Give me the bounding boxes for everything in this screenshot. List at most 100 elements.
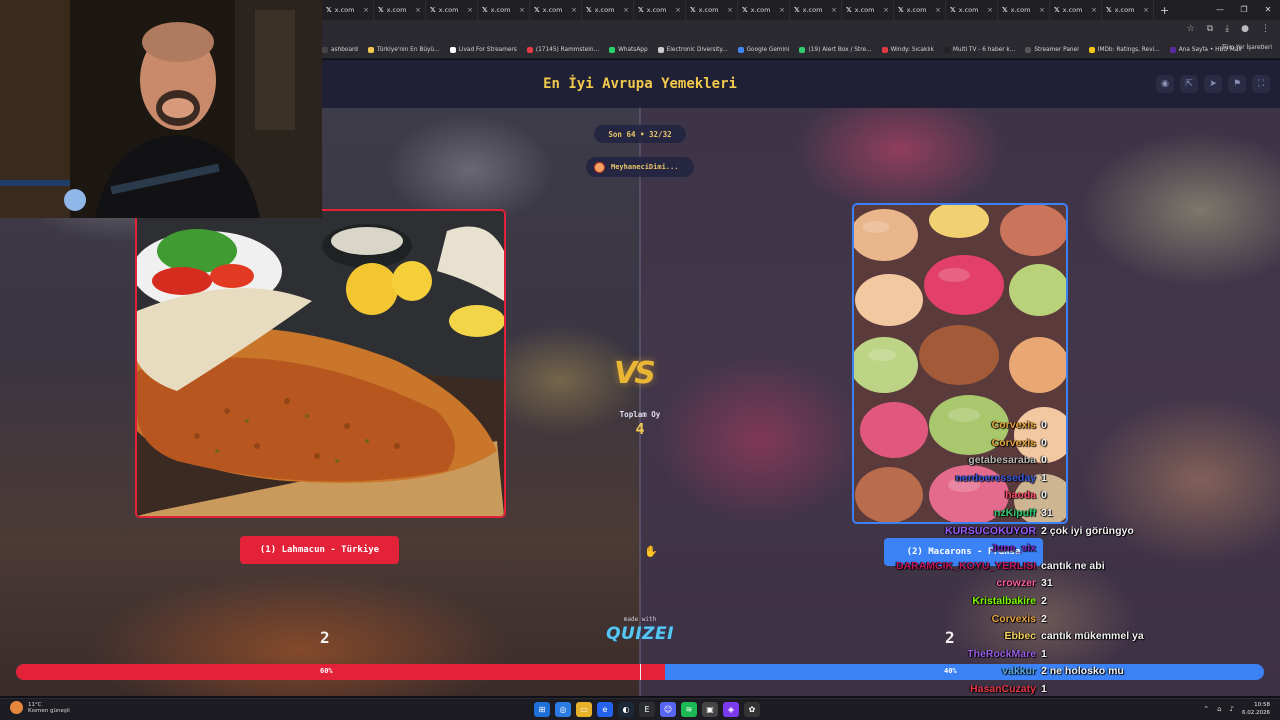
center-divider <box>639 108 641 696</box>
start-icon[interactable]: ⊞ <box>534 702 550 717</box>
chat-username: Corvexis <box>991 436 1036 449</box>
spotify-icon[interactable]: ≋ <box>681 702 697 717</box>
close-tab-icon[interactable]: × <box>1039 6 1045 14</box>
close-tab-icon[interactable]: × <box>727 6 733 14</box>
browser-tab[interactable]: 𝕏x.com × <box>374 0 426 20</box>
flag-icon[interactable]: ⚑ <box>1228 75 1246 93</box>
obs-icon[interactable]: ◈ <box>723 702 739 717</box>
eye-icon[interactable]: ◉ <box>1156 75 1174 93</box>
send-icon[interactable]: ➤ <box>1204 75 1222 93</box>
chat-username: June_six <box>991 542 1036 555</box>
browser-tab[interactable]: 𝕏x.com × <box>478 0 530 20</box>
tab-title: x.com <box>646 6 667 14</box>
bookmark-favicon-icon <box>449 46 456 53</box>
profile-icon[interactable]: ● <box>1241 24 1249 34</box>
maximize-icon[interactable]: ❐ <box>1232 0 1256 20</box>
bookmark-item[interactable]: (17145) Rammstein... <box>526 46 599 53</box>
close-tab-icon[interactable]: × <box>519 6 525 14</box>
chat-message: cantık mükemmel ya <box>1041 630 1144 643</box>
bookmark-favicon-icon <box>322 46 328 53</box>
close-tab-icon[interactable]: × <box>623 6 629 14</box>
browser-tab[interactable]: 𝕏x.com × <box>946 0 998 20</box>
network-icon[interactable]: ⌂ <box>1217 705 1221 713</box>
bookmark-item[interactable]: ashboard <box>322 46 358 53</box>
bookmark-label: IMDb: Ratings, Revi... <box>1097 46 1160 53</box>
bookmark-label: Windy: Sıcaklık <box>890 46 934 53</box>
browser-tab[interactable]: 𝕏x.com × <box>1050 0 1102 20</box>
extension-icon[interactable]: ⧉ <box>1207 24 1213 34</box>
browser-tab[interactable]: 𝕏x.com × <box>790 0 842 20</box>
tab-title: x.com <box>1010 6 1031 14</box>
edge-icon[interactable]: e <box>597 702 613 717</box>
x-logo-icon: 𝕏 <box>690 6 696 14</box>
all-bookmarks-link[interactable]: Tüm Yer İşaretleri <box>1222 45 1272 51</box>
chat-username: getabesaraba <box>968 454 1036 467</box>
browser-tab[interactable]: 𝕏x.com × <box>738 0 790 20</box>
bookmark-item[interactable]: Electronic Diversity... <box>657 46 728 53</box>
close-tab-icon[interactable]: × <box>571 6 577 14</box>
bookmark-item[interactable]: Multi TV - 6 haber k... <box>943 46 1015 53</box>
browser-tab[interactable]: 𝕏x.com × <box>998 0 1050 20</box>
discord-icon[interactable]: ☺ <box>660 702 676 717</box>
steam-icon[interactable]: ◐ <box>618 702 634 717</box>
browser-tab[interactable]: 𝕏x.com × <box>842 0 894 20</box>
chatgpt-icon[interactable]: ✿ <box>744 702 760 717</box>
browser-tab[interactable]: 𝕏x.com × <box>530 0 582 20</box>
volume-icon[interactable]: ♪ <box>1230 705 1234 713</box>
star-icon[interactable]: ☆ <box>1187 24 1195 34</box>
close-window-icon[interactable]: ✕ <box>1256 0 1280 20</box>
file-explorer-icon[interactable]: ▭ <box>576 702 592 717</box>
chat-username: nerdoeresseday <box>955 471 1036 484</box>
close-tab-icon[interactable]: × <box>675 6 681 14</box>
close-tab-icon[interactable]: × <box>779 6 785 14</box>
clock[interactable]: 10:58 6.02.2026 <box>1242 701 1270 717</box>
close-tab-icon[interactable]: × <box>415 6 421 14</box>
choose-left-button[interactable]: (1) Lahmacun - Türkiye <box>240 536 399 564</box>
epic-games-icon[interactable]: E <box>639 702 655 717</box>
menu-icon[interactable]: ⋮ <box>1261 24 1270 34</box>
close-tab-icon[interactable]: × <box>1091 6 1097 14</box>
app-icon[interactable]: ▣ <box>702 702 718 717</box>
close-tab-icon[interactable]: × <box>467 6 473 14</box>
bookmark-item[interactable]: WhatsApp <box>609 46 648 53</box>
close-tab-icon[interactable]: × <box>883 6 889 14</box>
bookmark-item[interactable]: Livad For Streamers <box>449 46 517 53</box>
download-icon[interactable]: ⤓ <box>1225 24 1229 34</box>
chevron-up-icon[interactable]: ⌃ <box>1203 705 1209 713</box>
chat-message: 1 <box>1041 471 1047 484</box>
browser-tab[interactable]: 𝕏x.com × <box>894 0 946 20</box>
x-logo-icon: 𝕏 <box>1106 6 1112 14</box>
bookmark-item[interactable]: Streamer Panel <box>1025 46 1079 53</box>
option-card-left[interactable] <box>135 209 506 518</box>
bookmark-favicon-icon <box>737 46 744 53</box>
x-logo-icon: 𝕏 <box>950 6 956 14</box>
bookmark-item[interactable]: Windy: Sıcaklık <box>881 46 934 53</box>
chat-message: 1 <box>1041 683 1047 695</box>
browser-tab[interactable]: 𝕏x.com × <box>322 0 374 20</box>
close-tab-icon[interactable]: × <box>831 6 837 14</box>
weather-widget[interactable]: 11°C Kısmen güneşli <box>10 701 70 714</box>
bookmark-favicon-icon <box>799 46 806 53</box>
browser-tab[interactable]: 𝕏x.com × <box>686 0 738 20</box>
bookmark-favicon-icon <box>881 46 888 53</box>
close-tab-icon[interactable]: × <box>935 6 941 14</box>
share-icon[interactable]: ⇱ <box>1180 75 1198 93</box>
bookmark-item[interactable]: Türkiye'nin En Büyü... <box>368 46 440 53</box>
chrome-icon[interactable]: ◎ <box>555 702 571 717</box>
minimize-icon[interactable]: — <box>1208 0 1232 20</box>
chat-message: 31 <box>1041 577 1053 590</box>
bookmark-item[interactable]: (19) Alert Box / Stre... <box>799 46 872 53</box>
browser-tab[interactable]: 𝕏x.com × <box>634 0 686 20</box>
bookmark-item[interactable]: Google Gemini <box>737 46 790 53</box>
close-tab-icon[interactable]: × <box>1143 6 1149 14</box>
browser-tab[interactable]: 𝕏x.com × <box>1102 0 1154 20</box>
close-tab-icon[interactable]: × <box>987 6 993 14</box>
browser-tab[interactable]: 𝕏x.com × <box>426 0 478 20</box>
new-tab-icon[interactable]: + <box>1160 4 1169 17</box>
fullscreen-icon[interactable]: ⛶ <box>1252 75 1270 93</box>
close-tab-icon[interactable]: × <box>363 6 369 14</box>
browser-tab[interactable]: 𝕏x.com × <box>582 0 634 20</box>
chat-username: HasanCuzaty <box>970 683 1036 695</box>
bookmark-label: Google Gemini <box>746 46 790 53</box>
bookmark-item[interactable]: IMDb: Ratings, Revi... <box>1088 46 1160 53</box>
